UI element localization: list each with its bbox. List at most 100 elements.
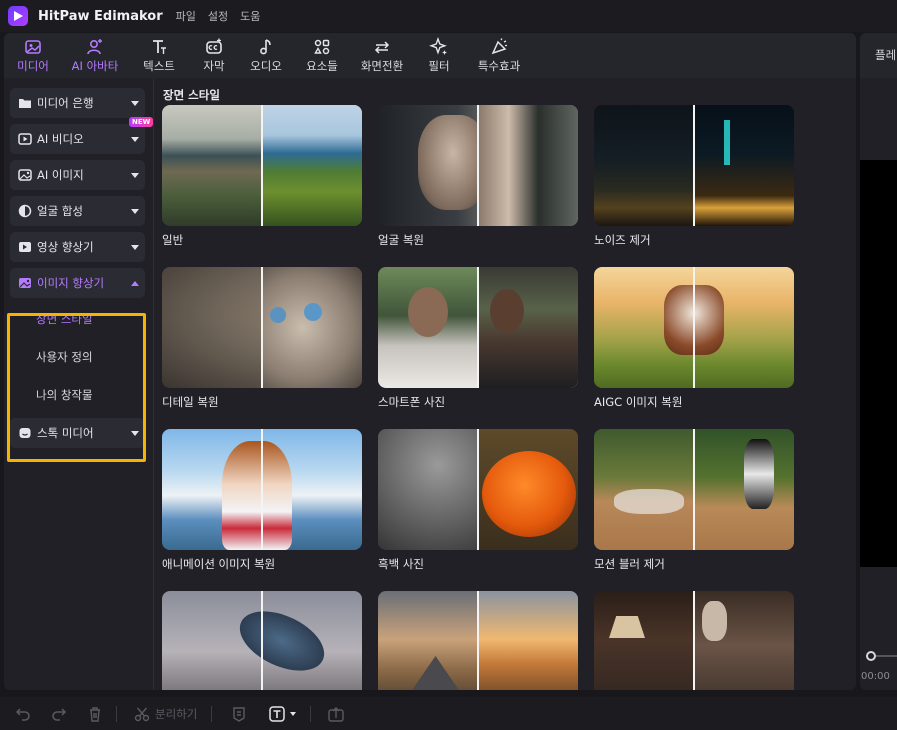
sidebar-item-label: 영상 향상기: [37, 240, 94, 254]
sidebar-item-label: 얼굴 합성: [37, 204, 83, 218]
card-thumbnail: [378, 267, 578, 388]
text-box-icon: [269, 705, 286, 722]
scissors-icon: [134, 707, 150, 721]
card-caption: 애니메이션 이미지 복원: [162, 557, 276, 571]
preview-canvas: [860, 160, 897, 567]
sidebar: 미디어 은행 AI 비디오 NEW AI 이미지 얼굴 합성 영상 향상기 이미…: [4, 79, 154, 690]
preview-header: 플레: [860, 33, 897, 78]
subtitle-icon: [206, 38, 222, 54]
tab-ai-avatar[interactable]: AI 아바타: [62, 33, 128, 78]
card-caption: 디테일 복원: [162, 395, 219, 409]
card-thumbnail: [162, 105, 362, 226]
card-thumbnail: [162, 591, 362, 690]
tab-subtitle[interactable]: 자막: [190, 33, 238, 78]
app-title: HitPaw Edimakor: [38, 8, 163, 24]
scene-card-black-white[interactable]: 흑백 사진: [378, 429, 578, 572]
redo-icon[interactable]: [46, 697, 72, 730]
chevron-down-icon[interactable]: [131, 100, 139, 106]
tab-filter[interactable]: 필터: [414, 33, 464, 78]
menu-help[interactable]: 도움: [240, 8, 260, 24]
scene-card-noise-removal[interactable]: 노이즈 제거: [594, 105, 794, 248]
card-thumbnail: [594, 429, 794, 550]
scene-card-anime-restore[interactable]: 애니메이션 이미지 복원: [162, 429, 362, 572]
chevron-down-icon[interactable]: [131, 208, 139, 214]
scene-card-aigc-restore[interactable]: AIGC 이미지 복원: [594, 267, 794, 410]
tab-effects-label: 특수효과: [477, 59, 521, 73]
chevron-down-icon[interactable]: [131, 430, 139, 436]
card-thumbnail: [378, 105, 578, 226]
card-caption: 흑백 사진: [378, 557, 424, 571]
split-label: 분리하기: [155, 706, 198, 721]
scene-card-room[interactable]: [594, 591, 794, 690]
tab-transition[interactable]: 화면전환: [350, 33, 414, 78]
playback-track[interactable]: [876, 655, 897, 657]
card-thumbnail: [594, 105, 794, 226]
card-caption: 노이즈 제거: [594, 233, 651, 247]
menu-file[interactable]: 파일: [176, 8, 196, 24]
card-caption: 일반: [162, 233, 184, 247]
current-time: 00:00: [861, 671, 890, 682]
card-caption: 얼굴 복원: [378, 233, 424, 247]
text-template-dropdown[interactable]: [262, 697, 302, 730]
undo-icon[interactable]: [10, 697, 36, 730]
scene-card-tent[interactable]: [378, 591, 578, 690]
sidebar-subitem-my-creations[interactable]: 나의 창작물: [36, 387, 93, 403]
menu-settings[interactable]: 설정: [208, 8, 228, 24]
delete-icon[interactable]: [82, 697, 108, 730]
tab-subtitle-label: 자막: [203, 59, 225, 73]
tab-media[interactable]: 미디어: [4, 33, 62, 78]
elements-icon: [314, 39, 330, 55]
sidebar-subitem-scene-style[interactable]: 장면 스타일: [36, 311, 93, 327]
card-thumbnail: [162, 267, 362, 388]
scene-card-general[interactable]: 일반: [162, 105, 362, 248]
export-frame-icon[interactable]: [323, 697, 349, 730]
sidebar-item-stock-media[interactable]: 스톡 미디어: [10, 418, 145, 448]
sidebar-item-label: 미디어 은행: [37, 96, 94, 110]
chevron-down-icon[interactable]: [131, 172, 139, 178]
tab-filter-label: 필터: [428, 59, 450, 73]
tab-media-label: 미디어: [17, 59, 49, 73]
text-icon: [153, 40, 166, 54]
sidebar-item-media-bank[interactable]: 미디어 은행: [10, 88, 145, 118]
stock-media-icon: [18, 426, 32, 440]
tab-transition-label: 화면전환: [360, 59, 404, 73]
chevron-up-icon[interactable]: [131, 280, 139, 286]
chevron-down-icon: [290, 711, 297, 716]
marker-icon[interactable]: [226, 697, 252, 730]
video-enhancer-icon: [18, 240, 32, 254]
card-thumbnail: [378, 429, 578, 550]
card-thumbnail: [594, 591, 794, 690]
split-button[interactable]: 분리하기: [133, 697, 197, 730]
sidebar-item-face-swap[interactable]: 얼굴 합성: [10, 196, 145, 226]
scene-card-face-restore[interactable]: 얼굴 복원: [378, 105, 578, 248]
preview-panel: 플레 00:00: [860, 33, 897, 690]
card-thumbnail: [378, 591, 578, 690]
scene-card-detail-restore[interactable]: 디테일 복원: [162, 267, 362, 410]
card-thumbnail: [162, 429, 362, 550]
sidebar-subitem-custom[interactable]: 사용자 정의: [36, 349, 93, 365]
chevron-down-icon[interactable]: [131, 244, 139, 250]
tab-audio[interactable]: 오디오: [238, 33, 294, 78]
tab-text-label: 텍스트: [143, 59, 175, 73]
media-icon: [25, 40, 41, 54]
filter-icon: [429, 37, 447, 55]
scene-card-motion-blur[interactable]: 모션 블러 제거: [594, 429, 794, 572]
audio-icon: [260, 39, 271, 55]
scene-card-bird[interactable]: [162, 591, 362, 690]
playhead-handle[interactable]: [866, 651, 876, 661]
sidebar-item-ai-image[interactable]: AI 이미지: [10, 160, 145, 190]
tab-text[interactable]: 텍스트: [128, 33, 190, 78]
card-caption: 스마트폰 사진: [378, 395, 446, 409]
ai-avatar-icon: [87, 39, 102, 55]
tab-elements[interactable]: 요소들: [294, 33, 350, 78]
sidebar-item-video-enhancer[interactable]: 영상 향상기: [10, 232, 145, 262]
scene-card-smartphone-photo[interactable]: 스마트폰 사진: [378, 267, 578, 410]
sidebar-item-ai-video[interactable]: AI 비디오 NEW: [10, 117, 154, 154]
transition-icon: [374, 41, 390, 54]
tab-audio-label: 오디오: [250, 59, 282, 73]
player-tab[interactable]: 플레: [875, 47, 896, 63]
tab-ai-avatar-label: AI 아바타: [71, 59, 119, 73]
chevron-down-icon[interactable]: [131, 136, 139, 142]
tab-effects[interactable]: 특수효과: [464, 33, 534, 78]
sidebar-item-image-enhancer[interactable]: 이미지 향상기: [10, 268, 145, 298]
